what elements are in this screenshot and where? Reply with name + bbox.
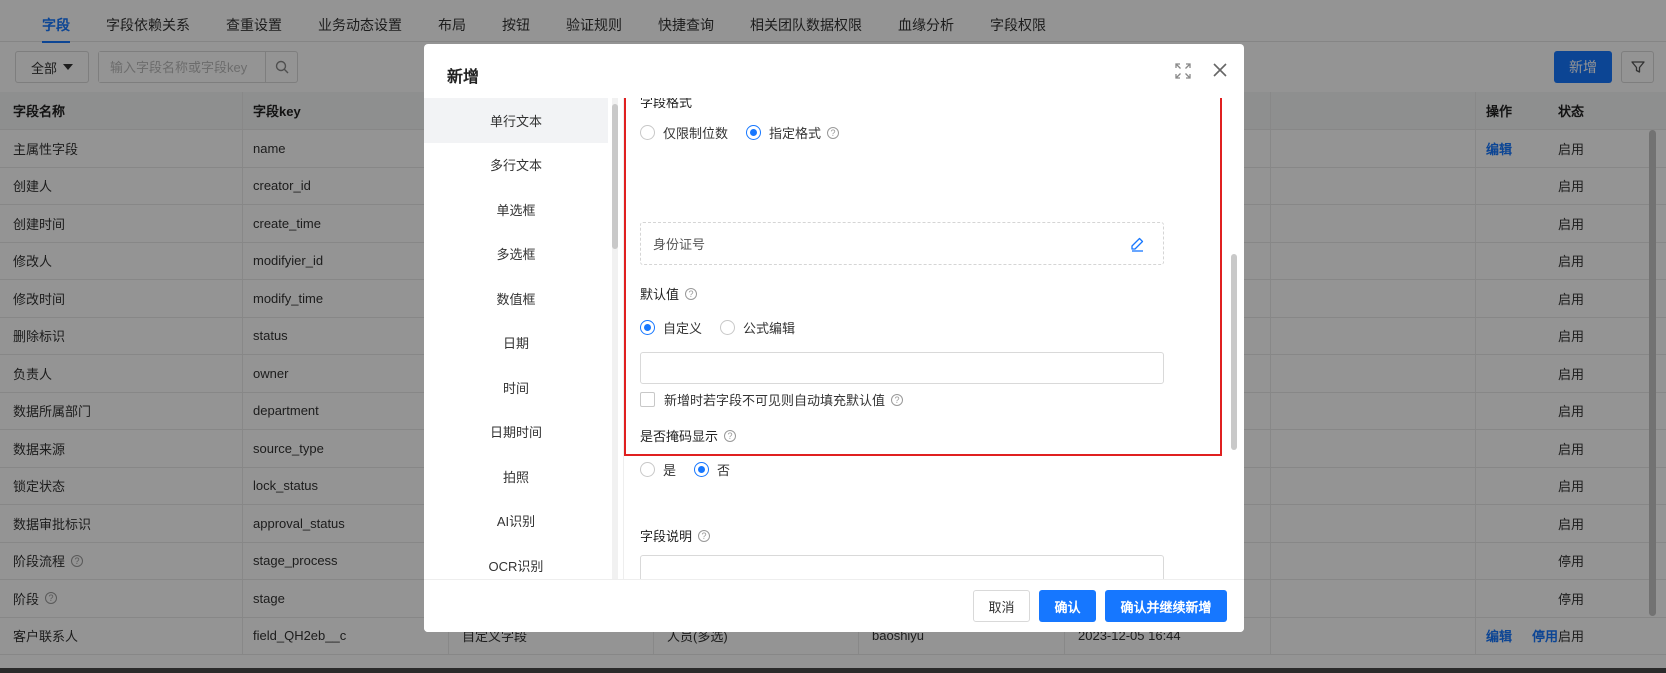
radio-mask-yes[interactable] [640, 462, 655, 477]
cancel-button[interactable]: 取消 [973, 590, 1030, 622]
field-type-item[interactable]: 多行文本 [424, 143, 608, 188]
confirm-button[interactable]: 确认 [1039, 590, 1096, 622]
field-type-scrollbar[interactable] [612, 104, 618, 249]
field-type-item[interactable]: 日期 [424, 321, 608, 366]
field-type-item[interactable]: 拍照 [424, 454, 608, 499]
field-type-item[interactable]: 时间 [424, 365, 608, 410]
field-type-item[interactable]: 单行文本 [424, 98, 608, 143]
fullscreen-icon[interactable] [1174, 62, 1192, 80]
highlight-box [624, 98, 1222, 456]
description-label: 字段说明 [640, 529, 693, 544]
field-type-list: 单行文本 多行文本 单选框 多选框 数值框 日期 时间 日期时间 拍照 AI识别 OCR识别 [424, 98, 608, 579]
field-config-panel: 字段格式 仅限制位数 指定格式 ? 身份证号 默认值 ? 自定义 公式编辑 新增… [623, 98, 1228, 579]
description-label-row: 字段说明 ? [640, 526, 711, 545]
field-type-item[interactable]: 单选框 [424, 187, 608, 232]
radio-mask-no-label: 否 [717, 463, 731, 478]
field-type-item[interactable]: AI识别 [424, 499, 608, 544]
field-type-item[interactable]: 数值框 [424, 276, 608, 321]
mask-option-no[interactable]: 否 [694, 460, 730, 479]
description-textarea[interactable] [640, 555, 1164, 579]
close-icon[interactable] [1210, 60, 1230, 80]
modal-header: 新增 [424, 44, 1244, 98]
modal-footer: 取消 确认 确认并继续新增 [424, 579, 1244, 632]
config-panel-scrollbar[interactable] [1231, 254, 1237, 450]
radio-mask-yes-label: 是 [663, 463, 677, 478]
mask-option-yes[interactable]: 是 [640, 460, 676, 479]
bottom-edge [0, 668, 1666, 673]
field-type-item[interactable]: 日期时间 [424, 410, 608, 455]
field-type-item[interactable]: 多选框 [424, 232, 608, 277]
mask-radio-group: 是 否 [640, 460, 748, 479]
confirm-and-continue-button[interactable]: 确认并继续新增 [1105, 590, 1227, 622]
add-field-modal: 新增 单行文本 多行文本 单选框 多选框 数值框 日期 时间 日期时间 拍照 AI识别 OCR识别 … [424, 44, 1244, 632]
modal-title: 新增 [447, 69, 480, 86]
help-icon[interactable]: ? [698, 529, 711, 542]
radio-mask-no[interactable] [694, 462, 710, 477]
field-type-item[interactable]: OCR识别 [424, 543, 608, 579]
